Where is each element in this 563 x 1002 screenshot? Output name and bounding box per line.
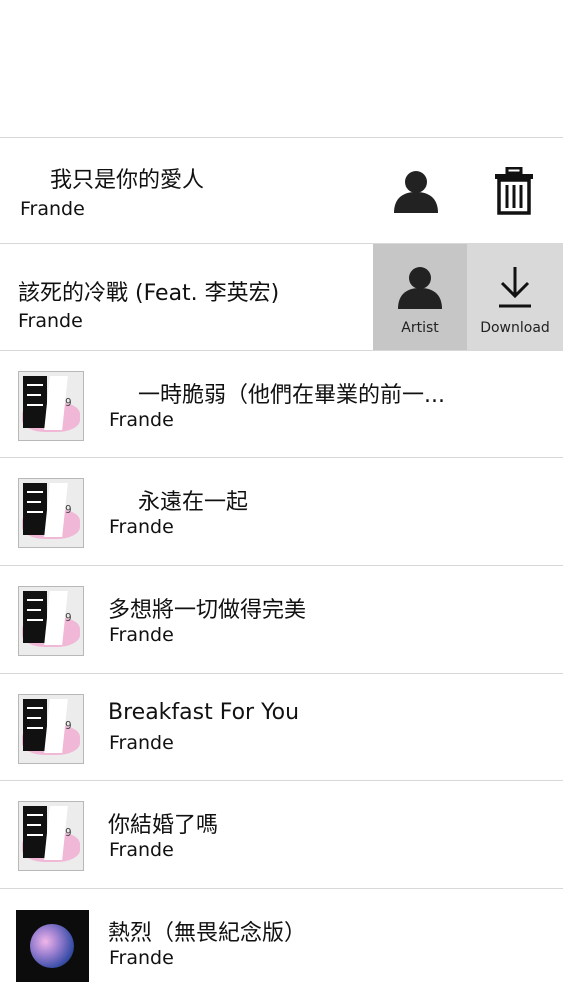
download-icon	[499, 267, 531, 308]
artist-action-button[interactable]: Artist	[373, 244, 467, 351]
song-row[interactable]: 9 多想將一切做得完美 Frande	[0, 565, 563, 673]
song-artist: Frande	[109, 839, 174, 861]
artist-button[interactable]	[372, 138, 460, 244]
download-action-button[interactable]: Download	[467, 244, 563, 351]
song-artist: Frande	[109, 409, 174, 431]
song-artist: Frande	[109, 624, 174, 646]
song-row-swiped[interactable]: 我只是你的愛人 Frande	[0, 137, 563, 244]
song-row[interactable]: 9 一時脆弱（他們在畢業的前一... Frande	[0, 350, 563, 458]
album-cover-icon: 9	[18, 801, 84, 871]
trash-icon	[495, 167, 533, 215]
person-icon	[394, 171, 438, 213]
song-artist: Frande	[109, 947, 174, 969]
song-title: 該死的冷戰 (Feat. 李英宏)	[18, 281, 280, 306]
song-row[interactable]: 9 Breakfast For You Frande	[0, 673, 563, 781]
song-row[interactable]: 9 永遠在一起 Frande	[0, 457, 563, 565]
album-cover-icon: 9	[18, 694, 84, 764]
song-artist: Frande	[109, 516, 174, 538]
song-artist: Frande	[18, 310, 83, 332]
song-title: 永遠在一起	[138, 490, 249, 515]
song-artist: Frande	[109, 732, 174, 754]
song-title: 一時脆弱（他們在畢業的前一...	[138, 383, 445, 408]
download-action-label: Download	[480, 320, 550, 336]
delete-button[interactable]	[470, 138, 558, 244]
song-title: 熱烈（無畏紀念版）	[108, 921, 307, 946]
song-row[interactable]: 9 你結婚了嗎 Frande	[0, 780, 563, 888]
album-cover-icon: 9	[18, 586, 84, 656]
song-row-swiped[interactable]: 該死的冷戰 (Feat. 李英宏) Frande Artist Download	[0, 243, 563, 351]
song-artist: Frande	[20, 198, 85, 220]
top-blank-area	[0, 0, 563, 137]
album-cover-icon: 9	[18, 478, 84, 548]
song-title: Breakfast For You	[108, 700, 300, 725]
song-row[interactable]: 熱烈（無畏紀念版） Frande	[0, 888, 563, 1002]
album-cover-icon: 9	[18, 371, 84, 441]
person-icon	[398, 267, 442, 309]
planet-cover-icon	[16, 910, 89, 982]
song-title: 多想將一切做得完美	[108, 598, 307, 623]
song-title: 你結婚了嗎	[108, 813, 219, 838]
song-title: 我只是你的愛人	[50, 168, 205, 193]
artist-action-label: Artist	[401, 320, 439, 336]
